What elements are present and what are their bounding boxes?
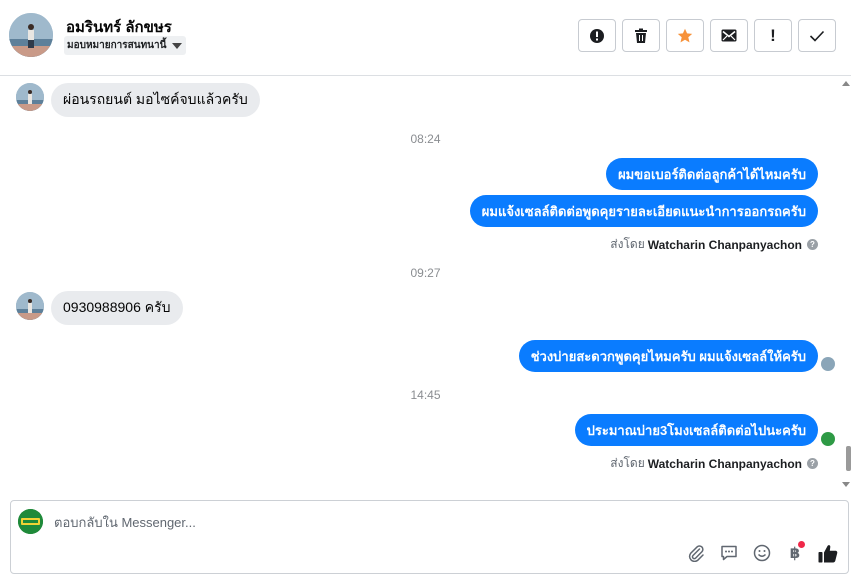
contact-avatar[interactable] [9,13,53,57]
reply-composer: ฿ [10,500,849,574]
sent-by-label: ส่งโดย [610,237,645,251]
sender-name: Watcharin Chanpanyachon [647,237,802,252]
help-icon[interactable]: ? [807,458,818,469]
read-receipt-avatar [821,432,835,446]
reply-input[interactable] [54,513,654,531]
outgoing-row: ผมขอเบอร์ติดต่อลูกค้าได้ไหมครับ [0,158,818,190]
composer-tools: ฿ [686,541,838,563]
spam-button[interactable]: ! [754,19,792,52]
scroll-down-arrow-icon[interactable] [842,482,850,487]
outgoing-row: ประมาณบ่าย3โมงเซลล์ติดต่อไปนะครับ [0,414,818,446]
attachment-icon [688,545,704,562]
read-receipt-avatar [821,357,835,371]
outgoing-message[interactable]: ประมาณบ่าย3โมงเซลล์ติดต่อไปนะครับ [574,414,818,446]
assign-conversation-dropdown[interactable]: มอบหมายการสนทนานี้ [64,36,187,55]
mark-done-button[interactable] [798,19,836,52]
sender-name: Watcharin Chanpanyachon [647,456,802,471]
timestamp: 08:24 [410,132,441,146]
incoming-message[interactable]: ผ่อนรถยนต์ มอไซค์จบแล้วครับ [51,83,260,117]
emoji-icon [753,544,771,562]
like-button[interactable] [818,543,838,563]
outgoing-message[interactable]: ช่วงบ่ายสะดวกพูดคุยไหมครับ ผมแจ้งเซลล์ให… [518,340,818,372]
scrollbar-thumb[interactable] [846,446,851,471]
contact-photo [16,292,44,320]
outgoing-message[interactable]: ผมแจ้งเซลล์ติดต่อพูดคุยรายละเอียดแนะนำกา… [469,195,818,227]
contact-photo [9,13,53,57]
trash-icon [635,28,647,43]
report-icon [590,28,604,43]
help-icon[interactable]: ? [807,239,818,250]
exclamation-icon: ! [770,26,776,45]
checkmark-icon [809,30,825,42]
emoji-button[interactable] [752,543,772,563]
outgoing-row: ผมแจ้งเซลล์ติดต่อพูดคุยรายละเอียดแนะนำกา… [0,195,818,227]
assign-label: มอบหมายการสนทนานี้ [67,40,167,51]
outgoing-message[interactable]: ผมขอเบอร์ติดต่อลูกค้าได้ไหมครับ [606,158,818,190]
star-icon [677,28,693,42]
header-actions: ! [578,19,836,52]
attach-button[interactable] [686,543,706,563]
page-avatar [18,509,43,534]
scrollbar[interactable] [842,77,851,495]
notification-dot [798,541,805,548]
scroll-up-arrow-icon[interactable] [842,81,850,86]
conversation-header: อมรินทร์ ลักขษร มอบหมายการสนทนานี้ ! [0,0,851,76]
report-button[interactable] [578,19,616,52]
delete-button[interactable] [622,19,660,52]
sent-by-label: ส่งโดย [610,456,645,470]
caret-down-icon [172,42,183,49]
saved-replies-button[interactable] [719,543,739,563]
contact-avatar-small [16,83,44,111]
mark-unread-button[interactable] [710,19,748,52]
outgoing-row: ช่วงบ่ายสะดวกพูดคุยไหมครับ ผมแจ้งเซลล์ให… [0,340,818,372]
star-button[interactable] [666,19,704,52]
contact-avatar-small [16,292,44,320]
message-list[interactable]: ผ่อนรถยนต์ มอไซค์จบแล้วครับ 08:24 ผมขอเบ… [0,77,851,495]
payment-button[interactable]: ฿ [785,541,805,563]
envelope-icon [721,29,737,42]
saved-replies-icon [721,545,737,561]
sent-by-info: ส่งโดย Watcharin Chanpanyachon ? [610,235,818,254]
timestamp: 14:45 [410,388,441,402]
like-icon [818,544,838,562]
contact-photo [16,83,44,111]
page-logo [18,509,43,534]
sent-by-info: ส่งโดย Watcharin Chanpanyachon ? [610,454,818,473]
timestamp: 09:27 [410,266,441,280]
incoming-message[interactable]: 0930988906 ครับ [51,291,183,325]
